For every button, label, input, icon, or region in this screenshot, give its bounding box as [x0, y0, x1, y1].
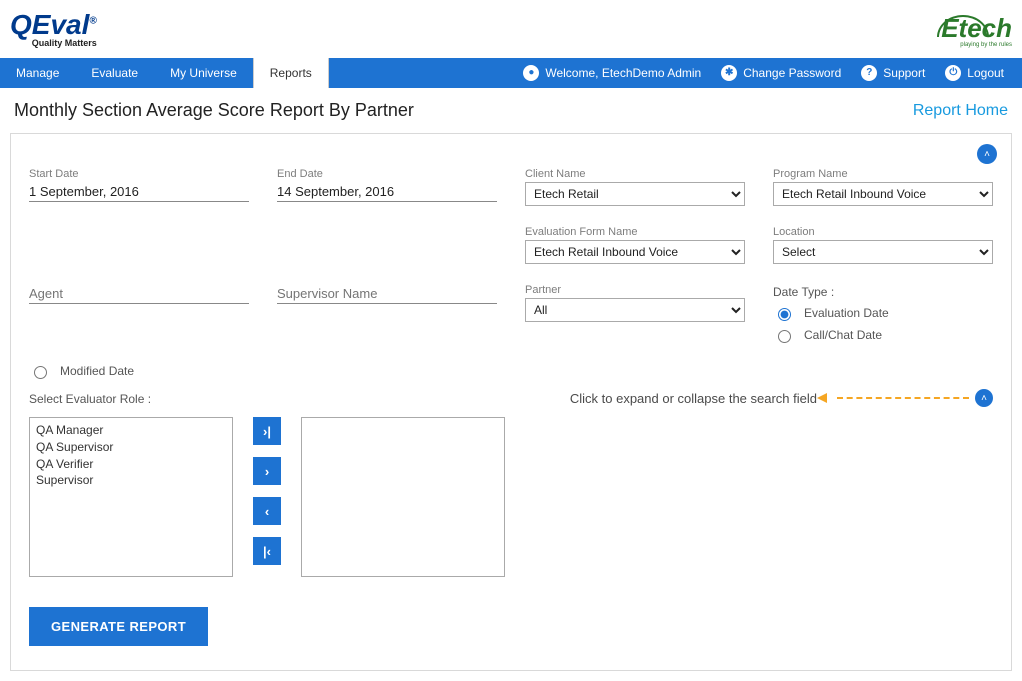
modified-date-label: Modified Date	[60, 364, 134, 378]
evaluation-date-label: Evaluation Date	[804, 306, 889, 320]
qeval-logo: QEval® Quality Matters	[10, 12, 97, 47]
chevron-up-icon: ˄	[984, 149, 990, 160]
annotation-target-button[interactable]: ˄	[975, 389, 993, 407]
location-label: Location	[773, 226, 993, 238]
date-type-label: Date Type :	[773, 285, 834, 299]
support-link[interactable]: ? Support	[853, 58, 933, 88]
chevron-up-icon: ˄	[981, 393, 987, 404]
selected-roles-listbox[interactable]	[301, 417, 505, 577]
annotation-dashes	[837, 397, 969, 399]
main-nav: Manage Evaluate My Universe Reports ● We…	[0, 58, 1022, 88]
collapse-panel-button[interactable]: ˄	[977, 144, 997, 164]
support-icon: ?	[861, 65, 877, 81]
generate-report-button[interactable]: GENERATE REPORT	[29, 607, 208, 646]
location-select[interactable]: Select	[773, 240, 993, 264]
chevron-right-icon: ›	[265, 464, 269, 479]
available-roles-listbox[interactable]: QA Manager QA Supervisor QA Verifier Sup…	[29, 417, 233, 577]
program-name-label: Program Name	[773, 168, 993, 180]
move-all-right-button[interactable]: ›|	[253, 417, 281, 445]
nav-evaluate[interactable]: Evaluate	[75, 58, 154, 88]
evaluation-date-radio[interactable]	[778, 308, 791, 321]
client-name-select[interactable]: Etech Retail	[525, 182, 745, 206]
callchat-date-radio[interactable]	[778, 330, 791, 343]
list-item[interactable]: Supervisor	[36, 472, 226, 489]
user-icon: ●	[523, 65, 539, 81]
callchat-date-label: Call/Chat Date	[804, 328, 882, 342]
gear-icon: ✱	[721, 65, 737, 81]
search-panel: ˄ Start Date End Date Client Name Etech …	[10, 133, 1012, 671]
program-name-select[interactable]: Etech Retail Inbound Voice	[773, 182, 993, 206]
list-item[interactable]: QA Verifier	[36, 456, 226, 473]
nav-reports[interactable]: Reports	[253, 58, 329, 88]
start-date-label: Start Date	[29, 168, 249, 180]
etech-logo: Etech playing by the rules	[941, 13, 1012, 48]
eval-form-label: Evaluation Form Name	[525, 226, 745, 238]
double-chevron-right-icon: ›|	[263, 424, 271, 439]
move-right-button[interactable]: ›	[253, 457, 281, 485]
end-date-label: End Date	[277, 168, 497, 180]
move-all-left-button[interactable]: |‹	[253, 537, 281, 565]
client-name-label: Client Name	[525, 168, 745, 180]
annotation-arrow-icon	[817, 393, 827, 403]
chevron-left-icon: ‹	[265, 504, 269, 519]
page-title: Monthly Section Average Score Report By …	[14, 100, 414, 121]
double-chevron-left-icon: |‹	[263, 544, 271, 559]
change-password-link[interactable]: ✱ Change Password	[713, 58, 849, 88]
list-item[interactable]: QA Manager	[36, 422, 226, 439]
partner-select[interactable]: All	[525, 298, 745, 322]
welcome-chip[interactable]: ● Welcome, EtechDemo Admin	[515, 58, 709, 88]
start-date-input[interactable]	[29, 182, 249, 202]
partner-label: Partner	[525, 284, 745, 296]
power-icon: ⏻	[945, 65, 961, 81]
supervisor-input[interactable]	[277, 284, 497, 304]
move-left-button[interactable]: ‹	[253, 497, 281, 525]
eval-form-select[interactable]: Etech Retail Inbound Voice	[525, 240, 745, 264]
modified-date-radio[interactable]	[34, 366, 47, 379]
agent-input[interactable]	[29, 284, 249, 304]
report-home-link[interactable]: Report Home	[913, 102, 1008, 120]
nav-manage[interactable]: Manage	[0, 58, 75, 88]
annotation-text: Click to expand or collapse the search f…	[570, 391, 817, 406]
nav-my-universe[interactable]: My Universe	[154, 58, 253, 88]
logout-link[interactable]: ⏻ Logout	[937, 58, 1012, 88]
evaluator-role-label: Select Evaluator Role :	[29, 392, 151, 406]
end-date-input[interactable]	[277, 182, 497, 202]
list-item[interactable]: QA Supervisor	[36, 439, 226, 456]
